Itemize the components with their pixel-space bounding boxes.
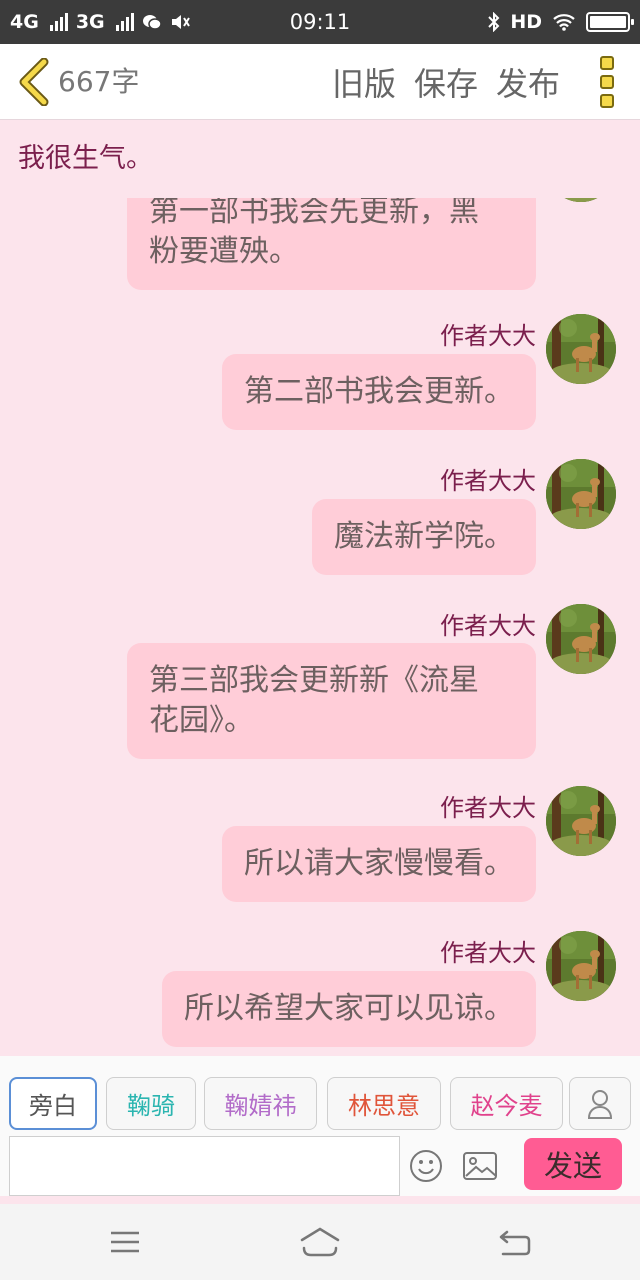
- battery-level: [590, 16, 626, 28]
- message-line: 魔法新学院。: [334, 519, 514, 554]
- divider: [0, 1196, 640, 1204]
- message-line: 第二部书我会更新。: [244, 374, 514, 409]
- speaker-name: 作者大大: [440, 467, 536, 495]
- status-bar: 4G 3G 09:11 HD: [0, 0, 640, 44]
- pinned-message: 我很生气。: [0, 120, 640, 198]
- editor-toolbar: 667字 旧版 保存 发布: [0, 44, 640, 120]
- character-tab-label: 鞠骑: [127, 1092, 175, 1120]
- add-character-button[interactable]: [569, 1077, 631, 1130]
- message-bubble[interactable]: 所以希望大家可以见谅。: [162, 971, 536, 1047]
- toolbar-actions: 旧版 保存 发布: [332, 44, 560, 120]
- person-icon: [587, 1089, 613, 1119]
- character-tab[interactable]: 林思意: [327, 1077, 441, 1130]
- status-right: HD: [488, 0, 634, 44]
- message-bubble[interactable]: 第二部书我会更新。: [222, 354, 536, 430]
- character-tab[interactable]: 鞠婧祎: [204, 1077, 317, 1130]
- message-line: 花园》。: [149, 703, 254, 738]
- message-line: 第一部书我会先更新，黑: [149, 194, 479, 229]
- avatar[interactable]: [546, 314, 616, 384]
- message-line: 粉要遭殃。: [149, 234, 299, 269]
- character-tab-label: 旁白: [29, 1092, 77, 1120]
- wifi-icon: [553, 14, 575, 31]
- message-line: 第三部我会更新新《流星: [149, 663, 479, 698]
- save-button[interactable]: 保存: [414, 59, 478, 105]
- word-count: 667字: [58, 65, 140, 98]
- character-tabs: 旁白 鞠骑 鞠婧祎 林思意 赵今麦: [0, 1056, 640, 1136]
- message-input[interactable]: [9, 1136, 400, 1196]
- menu-icon[interactable]: [105, 1224, 145, 1260]
- character-tab[interactable]: 旁白: [9, 1077, 97, 1130]
- speaker-name: 作者大大: [440, 939, 536, 967]
- avatar[interactable]: [546, 604, 616, 674]
- message-line: 所以希望大家可以见谅。: [184, 991, 514, 1026]
- bluetooth-icon: [488, 12, 500, 32]
- back-icon[interactable]: [495, 1224, 535, 1260]
- more-vertical-icon[interactable]: [596, 56, 618, 108]
- system-nav-bar: [0, 1204, 640, 1280]
- avatar[interactable]: [546, 931, 616, 1001]
- avatar[interactable]: [546, 459, 616, 529]
- character-tab[interactable]: 鞠骑: [106, 1077, 196, 1130]
- character-tab[interactable]: 赵今麦: [450, 1077, 563, 1130]
- character-tab-label: 鞠婧祎: [224, 1092, 297, 1120]
- character-tab-label: 林思意: [348, 1092, 420, 1120]
- old-version-button[interactable]: 旧版: [332, 59, 396, 105]
- chat-area[interactable]: 我很生气。 第一部书我会先更新，黑 粉要遭殃。 作者大大 第二部书我会更新。 作…: [0, 120, 640, 1056]
- message-bubble[interactable]: 所以请大家慢慢看。: [222, 826, 536, 902]
- speaker-name: 作者大大: [440, 612, 536, 640]
- message-bubble[interactable]: 魔法新学院。: [312, 499, 536, 575]
- speaker-name: 作者大大: [440, 322, 536, 350]
- hd-label: HD: [510, 11, 542, 33]
- message-bubble[interactable]: 第三部我会更新新《流星 花园》。: [127, 643, 536, 759]
- image-icon[interactable]: [462, 1150, 498, 1182]
- publish-button[interactable]: 发布: [496, 59, 560, 105]
- message-line: 所以请大家慢慢看。: [244, 846, 514, 881]
- avatar[interactable]: [546, 786, 616, 856]
- send-button[interactable]: 发送: [524, 1138, 622, 1190]
- battery-icon: [586, 12, 634, 32]
- composer: 发送: [0, 1136, 640, 1196]
- chevron-left-icon[interactable]: [14, 58, 54, 106]
- emoji-icon[interactable]: [409, 1149, 443, 1183]
- speaker-name: 作者大大: [440, 794, 536, 822]
- character-tab-label: 赵今麦: [470, 1092, 543, 1120]
- pinned-message-text: 我很生气。: [18, 143, 153, 174]
- home-icon[interactable]: [300, 1224, 340, 1260]
